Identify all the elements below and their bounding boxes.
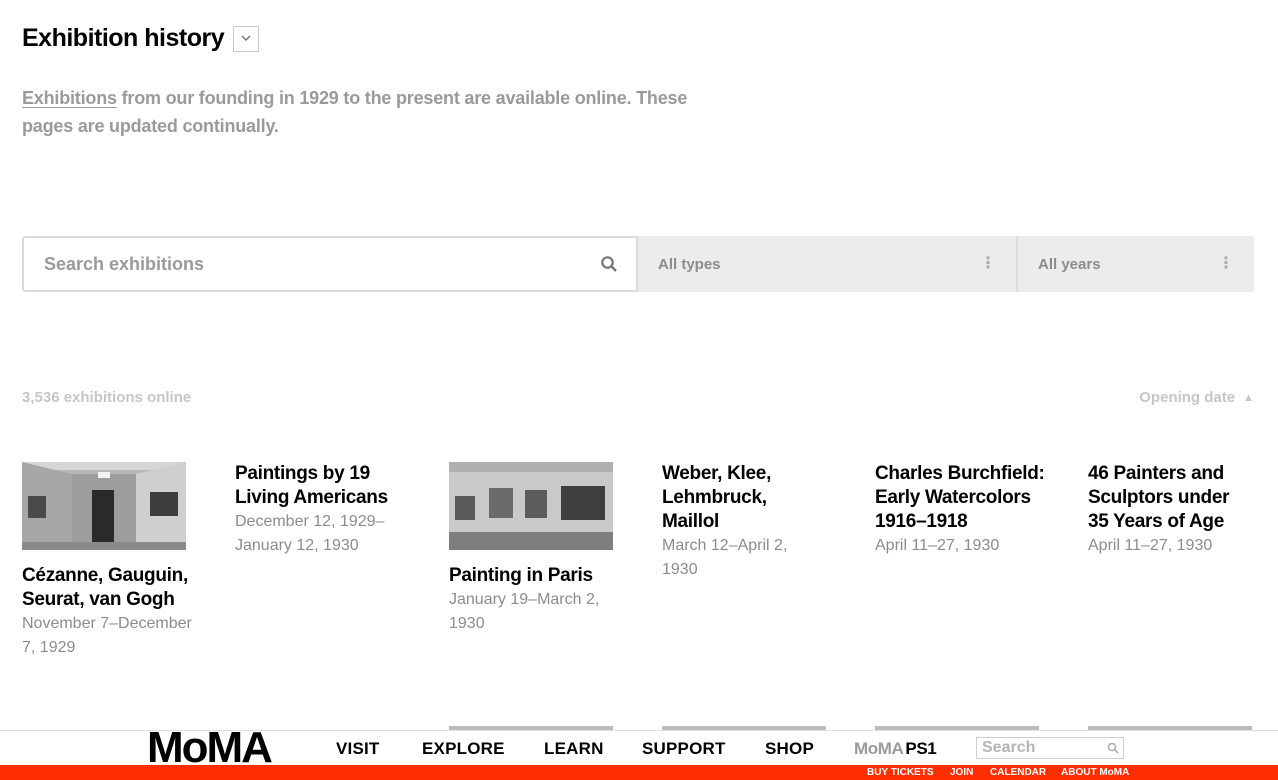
exhibition-date: January 19–March 2, 1930 xyxy=(449,591,600,632)
search-icon[interactable] xyxy=(1107,742,1119,754)
nav-visit[interactable]: VISIT xyxy=(336,739,380,759)
exhibition-card[interactable]: 46 Painters and Sculptors under 35 Years… xyxy=(1088,462,1248,558)
search-icon[interactable] xyxy=(600,255,618,273)
kebab-menu-icon: ⋮ xyxy=(1218,255,1234,272)
exhibition-title[interactable]: Cézanne, Gauguin, Seurat, van Gogh xyxy=(22,564,192,612)
exhibition-date: April 11–27, 1930 xyxy=(875,537,1000,554)
nav-learn[interactable]: LEARN xyxy=(544,739,604,759)
title-dropdown-toggle[interactable] xyxy=(233,25,260,52)
exhibition-card[interactable]: Charles Burchfield: Early Watercolors 19… xyxy=(875,462,1045,558)
type-filter-label: All types xyxy=(658,255,721,273)
kebab-menu-icon: ⋮ xyxy=(980,255,996,272)
exhibition-title[interactable]: Painting in Paris xyxy=(449,564,619,588)
moma-logo[interactable]: MoMA xyxy=(147,726,273,770)
sort-toggle[interactable]: Opening date ▲ xyxy=(1139,389,1254,406)
join-link[interactable]: JOIN xyxy=(950,765,973,780)
year-filter-label: All years xyxy=(1038,255,1101,273)
calendar-link[interactable]: CALENDAR xyxy=(990,765,1046,780)
nav-support[interactable]: SUPPORT xyxy=(642,739,726,759)
filter-bar: All types ⋮ All years ⋮ xyxy=(22,236,1254,292)
sort-label: Opening date xyxy=(1139,389,1236,406)
footer-search-input[interactable] xyxy=(982,739,1102,757)
type-filter-select[interactable]: All types ⋮ xyxy=(638,236,1018,292)
year-filter-select[interactable]: All years ⋮ xyxy=(1018,236,1254,292)
intro-body: from our founding in 1929 to the present… xyxy=(22,88,688,136)
results-meta: 3,536 exhibitions online Opening date ▲ xyxy=(22,389,1254,406)
nav-shop[interactable]: SHOP xyxy=(765,739,814,759)
footer-nav-bar: MoMA VISIT EXPLORE LEARN SUPPORT SHOP Mo… xyxy=(0,726,1278,770)
utility-bar: BUY TICKETS JOIN CALENDAR ABOUT MoMA xyxy=(0,765,1278,780)
ps1-moma-text: MoMA xyxy=(854,739,904,758)
site-footer-nav: MoMA VISIT EXPLORE LEARN SUPPORT SHOP Mo… xyxy=(0,726,1278,780)
exhibition-title[interactable]: Paintings by 19 Living Americans xyxy=(235,462,415,510)
exhibition-date: March 12–April 2, 1930 xyxy=(662,537,788,578)
exhibition-search xyxy=(22,236,638,292)
nav-explore[interactable]: EXPLORE xyxy=(422,739,505,759)
next-row-title-fragment xyxy=(22,722,142,730)
ps1-text: PS1 xyxy=(905,739,937,758)
exhibition-card[interactable]: Paintings by 19 Living Americans Decembe… xyxy=(235,462,415,558)
footer-search-box xyxy=(976,737,1124,759)
about-moma-link[interactable]: ABOUT MoMA xyxy=(1061,765,1129,780)
results-count: 3,536 exhibitions online xyxy=(22,389,192,406)
exhibition-thumbnail[interactable] xyxy=(22,462,186,550)
buy-tickets-link[interactable]: BUY TICKETS xyxy=(867,765,934,780)
intro-text: Exhibitions from our founding in 1929 to… xyxy=(22,84,722,140)
exhibition-thumbnail[interactable] xyxy=(449,462,613,550)
exhibition-date: November 7–December 7, 1929 xyxy=(22,615,192,656)
chevron-down-icon xyxy=(241,35,251,42)
exhibition-date: December 12, 1929–January 12, 1930 xyxy=(235,513,385,554)
exhibition-card[interactable]: Weber, Klee, Lehmbruck, Maillol March 12… xyxy=(662,462,812,582)
moma-ps1-link[interactable]: MoMA PS1 xyxy=(854,739,937,759)
exhibition-title[interactable]: 46 Painters and Sculptors under 35 Years… xyxy=(1088,462,1248,534)
exhibition-card[interactable]: Painting in Paris January 19–March 2, 19… xyxy=(449,462,619,636)
exhibition-card[interactable]: Cézanne, Gauguin, Seurat, van Gogh Novem… xyxy=(22,462,192,660)
exhibition-date: April 11–27, 1930 xyxy=(1088,537,1213,554)
page-title: Exhibition history xyxy=(22,24,225,52)
title-row: Exhibition history xyxy=(22,24,260,53)
exhibitions-link[interactable]: Exhibitions xyxy=(22,88,117,108)
exhibition-title[interactable]: Weber, Klee, Lehmbruck, Maillol xyxy=(662,462,782,534)
sort-ascending-icon: ▲ xyxy=(1243,391,1254,404)
exhibition-title[interactable]: Charles Burchfield: Early Watercolors 19… xyxy=(875,462,1045,534)
search-input[interactable] xyxy=(42,252,600,276)
